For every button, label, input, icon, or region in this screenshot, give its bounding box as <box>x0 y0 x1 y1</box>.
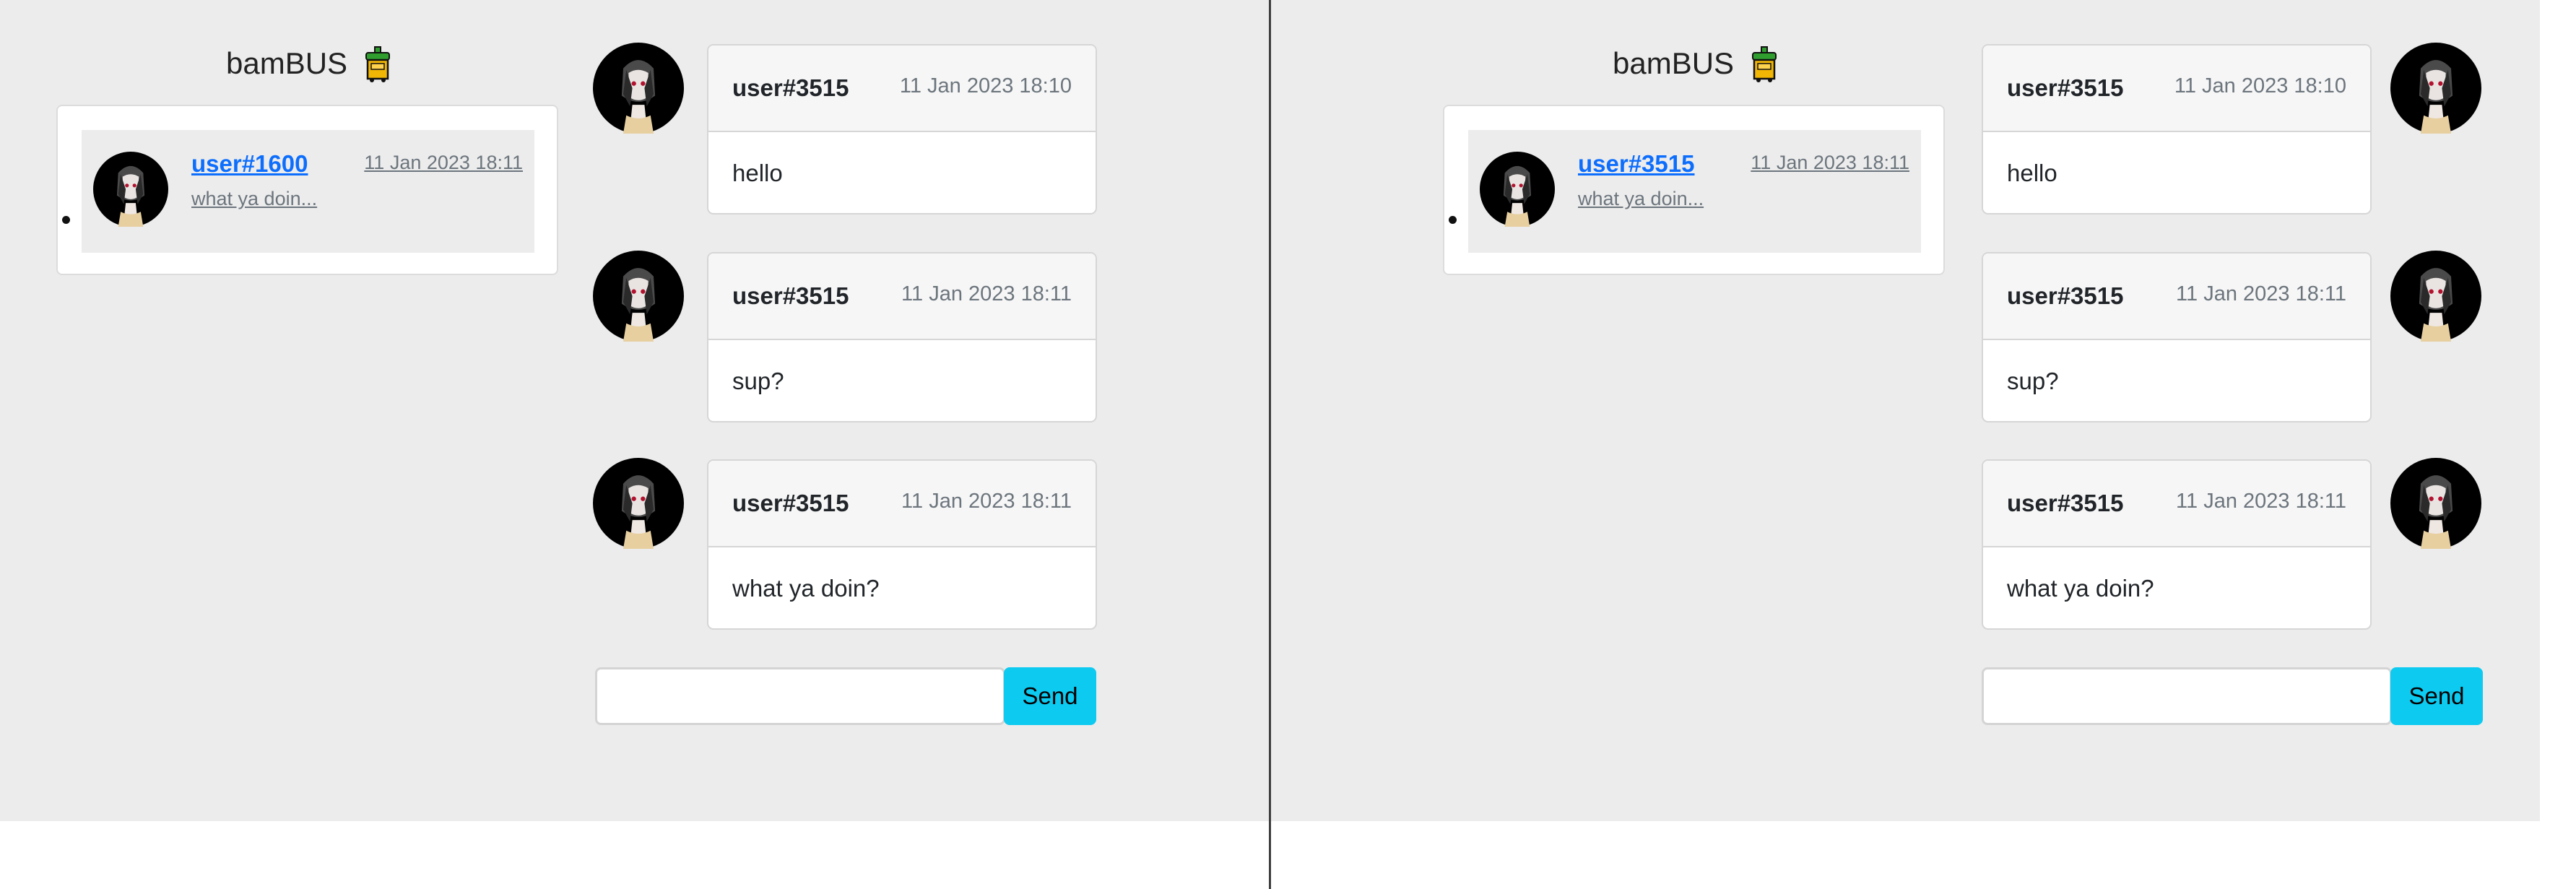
message-header: user#3515 11 Jan 2023 18:10 <box>708 45 1096 132</box>
message-text: sup? <box>732 368 784 394</box>
message-username: user#3515 <box>732 490 849 516</box>
brand-title: bamBUS <box>226 46 348 80</box>
message-card: user#3515 11 Jan 2023 18:11 what ya doin… <box>707 459 1097 630</box>
message-username: user#3515 <box>2007 490 2124 516</box>
message-timestamp: 11 Jan 2023 18:11 <box>2176 282 2346 305</box>
brand-header: bamBUS <box>226 42 396 85</box>
message-username: user#3515 <box>732 74 849 101</box>
message-card: user#3515 11 Jan 2023 18:11 sup? <box>1982 252 2372 422</box>
list-bullet <box>62 216 70 224</box>
message-text: what ya doin? <box>732 575 880 602</box>
bus-icon <box>1752 46 1777 82</box>
send-button[interactable]: Send <box>1004 667 1096 725</box>
message-timestamp: 11 Jan 2023 18:10 <box>899 74 1072 97</box>
message-timestamp: 11 Jan 2023 18:10 <box>2174 74 2346 97</box>
message-timestamp: 11 Jan 2023 18:11 <box>2176 490 2346 513</box>
chat-username-link[interactable]: user#1600 <box>191 150 308 178</box>
chat-list: user#3515 11 Jan 2023 18:11 what ya doin… <box>1443 105 1945 275</box>
avatar <box>593 251 684 342</box>
bus-icon <box>365 46 391 82</box>
message-card: user#3515 11 Jan 2023 18:11 what ya doin… <box>1982 459 2372 630</box>
brand-header: bamBUS <box>1613 42 1783 85</box>
message-username: user#3515 <box>2007 282 2124 309</box>
chat-preview-link[interactable]: what ya doin... <box>1578 188 1704 210</box>
message-input[interactable] <box>595 667 1005 725</box>
message-header: user#3515 11 Jan 2023 18:11 <box>1983 253 2370 340</box>
avatar <box>593 458 684 549</box>
message-card: user#3515 11 Jan 2023 18:10 hello <box>707 44 1097 214</box>
chat-preview-link[interactable]: what ya doin... <box>191 188 317 210</box>
message-text: hello <box>2007 160 2057 186</box>
avatar <box>2390 458 2481 549</box>
message-card: user#3515 11 Jan 2023 18:10 hello <box>1982 44 2372 214</box>
avatar <box>593 43 684 134</box>
chat-list-item[interactable]: user#1600 11 Jan 2023 18:11 what ya doin… <box>82 130 534 253</box>
message-text: hello <box>732 160 783 186</box>
message-header: user#3515 11 Jan 2023 18:10 <box>1983 45 2370 132</box>
avatar <box>2390 251 2481 342</box>
message-timestamp: 11 Jan 2023 18:11 <box>901 282 1072 305</box>
message-username: user#3515 <box>732 282 849 309</box>
chat-list-item[interactable]: user#3515 11 Jan 2023 18:11 what ya doin… <box>1468 130 1921 253</box>
message-header: user#3515 11 Jan 2023 18:11 <box>708 253 1096 340</box>
avatar <box>1480 152 1555 227</box>
avatar <box>93 152 168 227</box>
brand-title: bamBUS <box>1613 46 1735 80</box>
message-input[interactable] <box>1982 667 2392 725</box>
avatar <box>2390 43 2481 134</box>
chat-pane-right: bamBUS user#3515 11 Jan 2023 18:11 what … <box>1271 0 2540 821</box>
send-button[interactable]: Send <box>2390 667 2483 725</box>
list-bullet <box>1449 216 1457 224</box>
message-text: what ya doin? <box>2007 575 2154 602</box>
message-header: user#3515 11 Jan 2023 18:11 <box>1983 461 2370 547</box>
message-header: user#3515 11 Jan 2023 18:11 <box>708 461 1096 547</box>
message-timestamp: 11 Jan 2023 18:11 <box>901 490 1072 513</box>
chat-list: user#1600 11 Jan 2023 18:11 what ya doin… <box>56 105 558 275</box>
message-username: user#3515 <box>2007 74 2124 101</box>
chat-pane-left: bamBUS user#1600 11 Jan 2023 18:11 what … <box>0 0 1269 821</box>
chat-username-link[interactable]: user#3515 <box>1578 150 1694 178</box>
chat-timestamp-link[interactable]: 11 Jan 2023 18:11 <box>364 152 523 174</box>
chat-timestamp-link[interactable]: 11 Jan 2023 18:11 <box>1751 152 1909 174</box>
message-text: sup? <box>2007 368 2059 394</box>
message-card: user#3515 11 Jan 2023 18:11 sup? <box>707 252 1097 422</box>
